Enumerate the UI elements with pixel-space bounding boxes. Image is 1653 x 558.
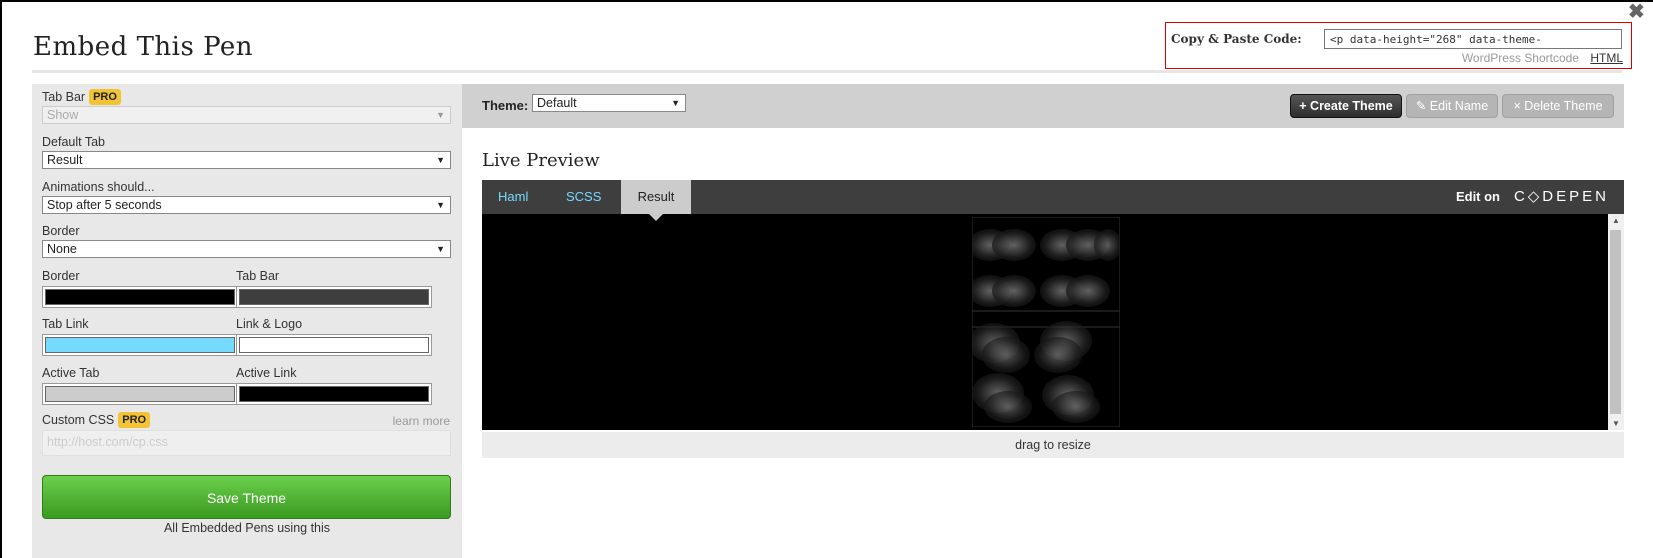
title-divider bbox=[32, 70, 1622, 73]
tab-bar-label: Tab Bar PRO bbox=[42, 89, 121, 105]
swatch-fill bbox=[45, 289, 235, 305]
active-link-color-label: Active Link bbox=[236, 366, 297, 380]
custom-css-input[interactable]: http://host.com/cp.css bbox=[42, 430, 451, 456]
custom-css-label: Custom CSS PRO bbox=[42, 412, 151, 428]
default-tab-select[interactable]: Result ▼ bbox=[42, 151, 451, 169]
codepen-logo[interactable]: C◇DEPEN bbox=[1514, 180, 1609, 214]
tab-bar-label-text: Tab Bar bbox=[42, 90, 86, 104]
scroll-up-icon[interactable]: ▲ bbox=[1612, 216, 1620, 225]
theme-toolbar: Theme: Default ▼ + Create Theme ✎ Edit Na… bbox=[462, 84, 1624, 128]
embed-note: All Embedded Pens using this bbox=[163, 521, 331, 535]
copy-paste-label: Copy & Paste Code: bbox=[1171, 32, 1302, 46]
edit-on-label[interactable]: Edit on bbox=[1456, 180, 1500, 214]
dropdown-arrow-icon: ▼ bbox=[436, 200, 445, 210]
frame-left-border bbox=[0, 0, 2, 558]
border-select[interactable]: None ▼ bbox=[42, 240, 451, 258]
embed-code-field[interactable]: <p data-height="268" data-theme- bbox=[1324, 29, 1622, 49]
tab-bar-select[interactable]: Show ▼ bbox=[42, 106, 451, 124]
tab-haml[interactable]: Haml bbox=[498, 180, 528, 214]
border-label: Border bbox=[42, 224, 80, 238]
swatch-fill bbox=[239, 386, 429, 402]
default-tab-select-value: Result bbox=[47, 153, 83, 167]
close-icon[interactable]: ✖ bbox=[1628, 2, 1645, 22]
tab-bar-select-value: Show bbox=[47, 108, 79, 122]
modal-title: Embed This Pen bbox=[33, 32, 254, 62]
border-select-value: None bbox=[47, 242, 77, 256]
swatch-fill bbox=[239, 289, 429, 305]
copy-paste-code-box: Copy & Paste Code: <p data-height="268" … bbox=[1165, 22, 1632, 69]
scroll-thumb[interactable] bbox=[1610, 230, 1621, 414]
dropdown-arrow-icon: ▼ bbox=[436, 244, 445, 254]
dropdown-arrow-icon: ▼ bbox=[436, 155, 445, 165]
active-tab-color-label: Active Tab bbox=[42, 366, 100, 380]
tab-scss[interactable]: SCSS bbox=[566, 180, 601, 214]
theme-select[interactable]: Default ▼ bbox=[532, 94, 686, 112]
custom-css-label-text: Custom CSS bbox=[42, 413, 115, 427]
border-color-label: Border bbox=[42, 269, 80, 283]
create-theme-button[interactable]: + Create Theme bbox=[1290, 94, 1402, 118]
html-link[interactable]: HTML bbox=[1590, 51, 1623, 65]
active-link-color-swatch[interactable] bbox=[236, 383, 432, 405]
tab-link-color-label: Tab Link bbox=[42, 317, 89, 331]
dropdown-arrow-icon: ▼ bbox=[436, 110, 445, 120]
frame-top-border bbox=[0, 0, 1653, 2]
active-tab-color-swatch[interactable] bbox=[42, 383, 238, 405]
border-color-swatch[interactable] bbox=[42, 286, 238, 308]
result-artwork bbox=[972, 217, 1120, 427]
code-format-links: WordPress Shortcode HTML bbox=[1462, 51, 1623, 65]
tab-bar-color-label: Tab Bar bbox=[236, 269, 280, 283]
preview-tab-bar: Haml SCSS Result Edit on C◇DEPEN bbox=[482, 180, 1624, 214]
tab-bar-color-swatch[interactable] bbox=[236, 286, 432, 308]
save-theme-button[interactable]: Save Theme bbox=[42, 475, 451, 519]
swatch-fill bbox=[45, 337, 235, 353]
default-tab-label: Default Tab bbox=[42, 135, 106, 149]
swatch-fill bbox=[45, 386, 235, 402]
animations-select[interactable]: Stop after 5 seconds ▼ bbox=[42, 196, 451, 214]
tab-link-color-swatch[interactable] bbox=[42, 334, 238, 356]
theme-label: Theme: bbox=[482, 98, 529, 113]
preview-scrollbar[interactable]: ▲ ▼ bbox=[1608, 214, 1624, 430]
learn-more-link[interactable]: learn more bbox=[393, 414, 450, 428]
live-preview-frame: Haml SCSS Result Edit on C◇DEPEN ▲ ▼ bbox=[482, 180, 1624, 430]
theme-settings-sidebar: Tab Bar PRO Show ▼ Default Tab Result ▼ Ani… bbox=[32, 84, 462, 558]
delete-theme-button[interactable]: × Delete Theme bbox=[1502, 94, 1614, 118]
tab-result[interactable]: Result bbox=[621, 180, 691, 214]
link-logo-color-label: Link & Logo bbox=[236, 317, 303, 331]
dropdown-arrow-icon: ▼ bbox=[671, 98, 680, 108]
animations-select-value: Stop after 5 seconds bbox=[47, 198, 162, 212]
active-tab-notch bbox=[649, 214, 663, 221]
live-preview-title: Live Preview bbox=[482, 150, 600, 171]
pro-badge: PRO bbox=[89, 89, 121, 105]
animations-label: Animations should... bbox=[42, 180, 155, 194]
scroll-down-icon[interactable]: ▼ bbox=[1612, 419, 1620, 428]
pro-badge: PRO bbox=[118, 412, 151, 428]
link-logo-color-swatch[interactable] bbox=[236, 334, 432, 356]
swatch-fill bbox=[239, 337, 429, 353]
edit-name-button[interactable]: ✎ Edit Name bbox=[1406, 94, 1498, 118]
theme-select-value: Default bbox=[537, 96, 577, 110]
drag-to-resize-handle[interactable]: drag to resize bbox=[482, 432, 1624, 458]
wordpress-shortcode-link[interactable]: WordPress Shortcode bbox=[1462, 51, 1579, 65]
